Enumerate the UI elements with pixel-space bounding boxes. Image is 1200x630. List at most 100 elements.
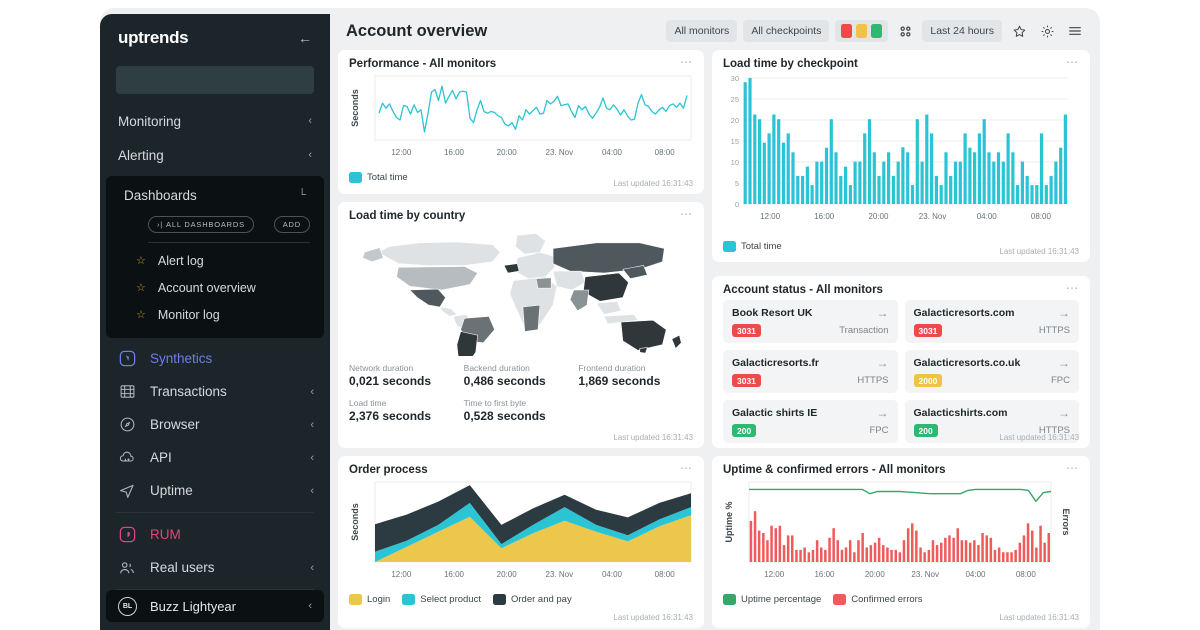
- star-icon[interactable]: [1008, 20, 1030, 42]
- status-filter-button[interactable]: [835, 20, 889, 42]
- svg-text:25: 25: [731, 95, 739, 104]
- legend-item[interactable]: Confirmed errors: [833, 594, 923, 605]
- all-dashboards-button[interactable]: ›| ALL DASHBOARDS: [148, 216, 254, 233]
- legend-swatch: [402, 594, 416, 605]
- monitor-tile[interactable]: Galacticresorts.co.uk → 2000 FPC: [904, 350, 1079, 393]
- card-menu-button[interactable]: ⋯: [1066, 56, 1079, 68]
- card-menu-button[interactable]: ⋯: [680, 208, 693, 220]
- sidebar-item-api[interactable]: API ‹: [100, 441, 330, 474]
- list-icon: ›|: [157, 220, 164, 229]
- sidebar-item-browser[interactable]: Browser ‹: [100, 408, 330, 441]
- svg-text:04:00: 04:00: [602, 148, 623, 157]
- svg-text:0: 0: [735, 200, 739, 209]
- monitors-filter-button[interactable]: All monitors: [666, 20, 738, 42]
- svg-text:08:00: 08:00: [1031, 212, 1052, 221]
- svg-text:30: 30: [731, 74, 739, 83]
- dashboard-item-alert-log[interactable]: ☆ Alert log: [106, 247, 324, 274]
- stat-label: Network duration: [349, 363, 414, 373]
- card-menu-button[interactable]: ⋯: [1066, 282, 1079, 294]
- sidebar-item-rum[interactable]: RUM: [100, 518, 330, 551]
- svg-text:12:00: 12:00: [391, 148, 412, 157]
- arrow-right-icon[interactable]: →: [1058, 356, 1070, 370]
- svg-text:20:00: 20:00: [868, 212, 889, 221]
- svg-text:08:00: 08:00: [1016, 570, 1037, 579]
- order-process-chart[interactable]: Seconds 12:00 16:00 20:00 23. Nov 04:00 08:00: [349, 478, 693, 588]
- grid-dots-icon[interactable]: [894, 20, 916, 42]
- period-selector[interactable]: Last 24 hours: [922, 20, 1002, 42]
- sidebar-item-real-users[interactable]: Real users ‹: [100, 551, 330, 584]
- stat-value: 0,486 seconds: [463, 374, 546, 388]
- star-icon[interactable]: ☆: [136, 308, 146, 321]
- uptime-errors-chart[interactable]: Uptime % Errors 12:00 16:00 20:00 23. Nov 04:0…: [723, 478, 1071, 588]
- card-menu-button[interactable]: ⋯: [1066, 462, 1079, 474]
- legend-item[interactable]: Total time: [723, 241, 782, 252]
- arrow-right-icon[interactable]: →: [877, 306, 889, 320]
- sidebar-item-label: RUM: [150, 527, 181, 542]
- monitor-type: FPC: [1051, 375, 1070, 386]
- dashboard-item-monitor-log[interactable]: ☆ Monitor log: [106, 301, 324, 328]
- last-updated: Last updated 16:31:43: [613, 433, 693, 442]
- legend-item[interactable]: Order and pay: [492, 594, 572, 605]
- status-badge: 200: [732, 424, 757, 437]
- legend-swatch: [349, 594, 362, 605]
- sidebar-item-transactions[interactable]: Transactions ‹: [100, 375, 330, 408]
- checkpoint-chart[interactable]: 0 5 10 15 20 25 30 12:00 16:00 20:00 23. Nov 04:00 0…: [723, 72, 1071, 235]
- legend-item[interactable]: Total time: [349, 172, 408, 183]
- legend-item[interactable]: Uptime percentage: [723, 594, 821, 605]
- status-dot-error[interactable]: [841, 24, 853, 38]
- gear-icon[interactable]: [1036, 20, 1058, 42]
- checkpoints-filter-button[interactable]: All checkpoints: [743, 20, 830, 42]
- card-header: Account status - All monitors ⋯: [723, 282, 1079, 296]
- svg-text:16:00: 16:00: [444, 148, 465, 157]
- sidebar-item-label: API: [150, 450, 172, 465]
- monitor-tile[interactable]: Galacticresorts.fr → 3031 HTTPS: [723, 350, 898, 393]
- sidebar-item-monitoring[interactable]: Monitoring ‹: [100, 104, 330, 138]
- sidebar-item-alerting[interactable]: Alerting ‹: [100, 138, 330, 172]
- svg-text:10: 10: [731, 158, 739, 167]
- legend-item[interactable]: Select product: [402, 594, 481, 605]
- status-dot-warning[interactable]: [856, 24, 868, 38]
- arrow-right-icon[interactable]: →: [1058, 406, 1070, 420]
- arrow-left-icon[interactable]: ←: [298, 30, 312, 46]
- legend-label: Login: [367, 594, 391, 605]
- dashboard-grid: Performance - All monitors ⋯ Seconds 12:0…: [338, 50, 1090, 628]
- sidebar-item-label: Transactions: [150, 384, 227, 399]
- sidebar-brand-row: uptrends ←: [100, 14, 330, 62]
- world-map[interactable]: [349, 224, 693, 366]
- hamburger-icon[interactable]: [1064, 20, 1086, 42]
- sidebar-item-synthetics[interactable]: Synthetics: [100, 342, 330, 375]
- browser-icon: [116, 414, 138, 436]
- dashboard-item-account-overview[interactable]: ☆ Account overview: [106, 274, 324, 301]
- monitor-tile[interactable]: Galacticresorts.com → 3031 HTTPS: [904, 300, 1079, 343]
- status-badge: 2000: [913, 374, 943, 387]
- card-menu-button[interactable]: ⋯: [680, 56, 693, 68]
- monitor-name: Galacticresorts.co.uk: [913, 357, 1021, 369]
- arrow-right-icon[interactable]: →: [877, 406, 889, 420]
- monitor-tile[interactable]: Galactic shirts IE → 200 FPC: [723, 400, 898, 443]
- chevron-left-icon: ‹: [310, 418, 314, 431]
- chart-legend: Uptime percentage Confirmed errors: [723, 594, 1079, 605]
- avatar: BL: [118, 596, 137, 616]
- arrow-right-icon[interactable]: →: [1058, 306, 1070, 320]
- add-dashboard-button[interactable]: ADD: [273, 216, 310, 233]
- svg-text:23. Nov: 23. Nov: [546, 148, 574, 157]
- status-dot-ok[interactable]: [871, 24, 883, 38]
- performance-chart[interactable]: Seconds 12:00 16:00 20:00 23. Nov 04:00 08:00: [349, 72, 693, 165]
- svg-text:08:00: 08:00: [655, 570, 676, 579]
- svg-text:20:00: 20:00: [497, 570, 518, 579]
- legend-item[interactable]: Login: [349, 594, 390, 605]
- sidebar-item-label: Synthetics: [150, 351, 213, 366]
- status-badge: 3031: [732, 374, 761, 387]
- sidebar-item-uptime[interactable]: Uptime ‹: [100, 474, 330, 507]
- user-menu[interactable]: BL Buzz Lightyear ‹: [106, 590, 324, 622]
- country-stats: Network duration 0,021 seconds Backend d…: [349, 363, 693, 429]
- star-icon[interactable]: ☆: [136, 281, 146, 294]
- arrow-right-icon[interactable]: →: [877, 356, 889, 370]
- search-input[interactable]: [116, 66, 314, 94]
- card-menu-button[interactable]: ⋯: [680, 462, 693, 474]
- stat-label: Frontend duration: [578, 363, 646, 373]
- rum-icon: [116, 524, 138, 546]
- star-icon[interactable]: ☆: [136, 254, 146, 267]
- monitor-tile[interactable]: Book Resort UK → 3031 Transaction: [723, 300, 898, 343]
- sidebar-item-dashboards[interactable]: Dashboards └: [106, 178, 324, 212]
